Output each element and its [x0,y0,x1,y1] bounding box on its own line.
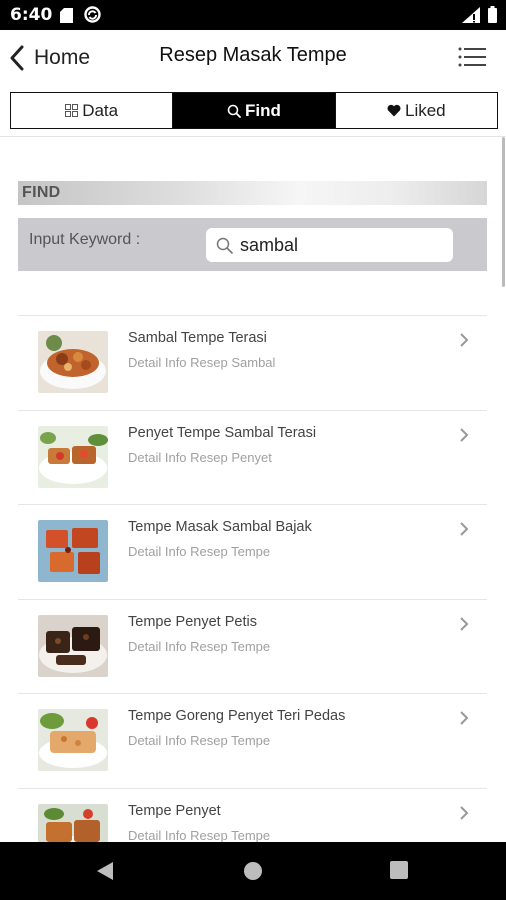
system-nav-bar [0,842,506,900]
recipe-thumbnail [38,520,108,582]
signal-icon [462,7,480,23]
search-box[interactable] [206,228,453,262]
recipe-desc: Detail Info Resep Penyet [128,449,272,465]
search-panel: Input Keyword : [18,218,487,271]
back-triangle-icon[interactable] [96,861,114,881]
recipe-desc: Detail Info Resep Tempe [128,733,271,748]
list-item[interactable]: Tempe Penyet Petis Detail Info Resep Tem… [18,598,487,694]
scrollbar[interactable] [502,137,505,287]
app-bar: Home Resep Masak Tempe [0,30,506,86]
results-list: Sambal Tempe Terasi Detail Info Resep Sa… [18,315,487,882]
keyword-label: Input Keyword : [29,231,141,248]
sd-card-icon [60,8,73,23]
tab-find[interactable]: Find [173,93,336,128]
search-icon [227,104,241,118]
search-input[interactable] [240,232,445,258]
home-circle-icon[interactable] [243,861,263,881]
list-item[interactable]: Penyet Tempe Sambal Terasi Detail Info R… [18,409,487,505]
list-item[interactable]: Tempe Goreng Penyet Teri Pedas Detail In… [18,693,487,788]
recipe-desc: Detail Info Resep Tempe [128,827,271,843]
find-header-label: FIND [22,184,61,201]
recipe-name: Sambal Tempe Terasi [128,330,267,346]
recipe-thumbnail [38,425,108,488]
chevron-right-icon [460,522,469,536]
recipe-thumbnail [38,709,108,771]
sync-icon [84,6,101,23]
status-time: 6:40 [10,5,53,25]
chevron-right-icon [460,333,469,347]
divider [0,136,506,137]
status-bar: 6:40 [0,0,506,30]
tab-data[interactable]: Data [11,93,174,128]
chevron-right-icon [460,427,469,442]
recipe-name: Tempe Goreng Penyet Teri Pedas [128,708,346,724]
grid-icon [65,104,79,117]
tab-liked-label: Liked [405,100,446,120]
chevron-right-icon [460,711,469,725]
tab-find-label: Find [245,100,281,120]
chevron-right-icon [460,805,469,820]
tab-bar: Data Find Liked [10,92,498,129]
recipe-desc: Detail Info Resep Tempe [128,638,271,654]
tab-data-label: Data [82,100,119,120]
battery-icon [488,6,497,23]
recipe-desc: Detail Info Resep Tempe [128,544,271,559]
heart-icon [387,104,401,117]
recents-square-icon[interactable] [390,861,408,879]
recipe-name: Tempe Penyet [128,802,221,819]
recipe-name: Tempe Penyet Petis [128,613,257,630]
recipe-desc: Detail Info Resep Sambal [128,355,276,370]
recipe-thumbnail [38,614,108,677]
page-title: Resep Masak Tempe [159,44,347,66]
recipe-thumbnail [38,331,108,393]
search-icon [216,237,233,254]
list-item[interactable]: Sambal Tempe Terasi Detail Info Resep Sa… [18,315,487,410]
list-menu-icon[interactable] [458,46,486,68]
recipe-name: Penyet Tempe Sambal Terasi [128,424,317,441]
tab-liked[interactable]: Liked [336,93,497,128]
chevron-right-icon [460,616,469,631]
list-item[interactable]: Tempe Masak Sambal Bajak Detail Info Res… [18,504,487,599]
recipe-name: Tempe Masak Sambal Bajak [128,519,312,535]
find-section-header: FIND [18,181,487,205]
